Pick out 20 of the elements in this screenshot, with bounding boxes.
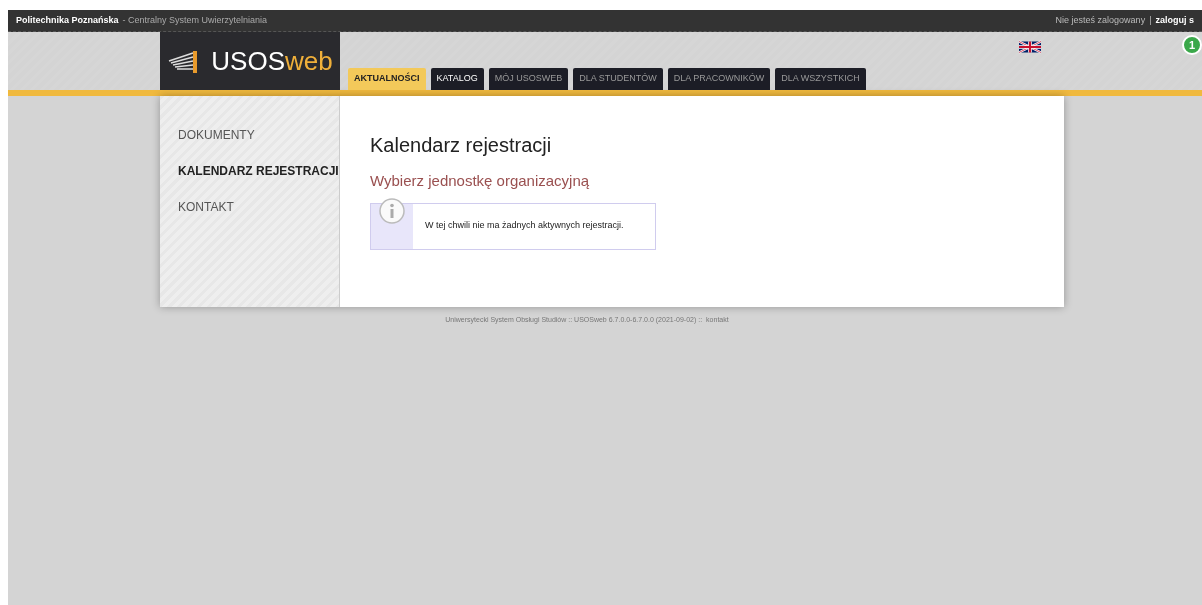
nav-tab[interactable]: MÓJ USOSWEB: [488, 68, 569, 90]
page-title: Kalendarz rejestracji: [370, 133, 552, 158]
info-icon: [379, 197, 405, 224]
sidebar-item[interactable]: KALENDARZ REJESTRACJI: [178, 162, 339, 180]
sidebar-item[interactable]: KONTAKT: [178, 198, 339, 216]
nav-tab[interactable]: AKTUALNOŚCI: [348, 68, 426, 90]
info-message: W tej chwili nie ma żadnych aktywnych rejestracji.: [425, 219, 624, 233]
nav-tab[interactable]: DLA PRACOWNIKÓW: [667, 68, 771, 90]
flag-icon[interactable]: [1019, 40, 1041, 54]
nav-tab[interactable]: DLA WSZYSTKICH: [775, 68, 866, 90]
nav-tab[interactable]: DLA STUDENTÓW: [573, 68, 663, 90]
logo-text: USOSweb: [211, 48, 333, 74]
system-subtitle: - Centralny System Uwierzytelniania: [122, 13, 268, 27]
login-link[interactable]: zaloguj s: [1155, 13, 1194, 28]
section-subtitle: Wybierz jednostkę organizacyjną: [370, 171, 590, 191]
login-status: Nie jesteś zalogowany: [1055, 13, 1146, 27]
separator: |: [1149, 13, 1152, 27]
sidebar-item[interactable]: DOKUMENTY: [178, 126, 339, 144]
institution-name: Politechnika Poznańska: [16, 13, 119, 27]
nav-tab[interactable]: KATALOG: [430, 68, 484, 90]
